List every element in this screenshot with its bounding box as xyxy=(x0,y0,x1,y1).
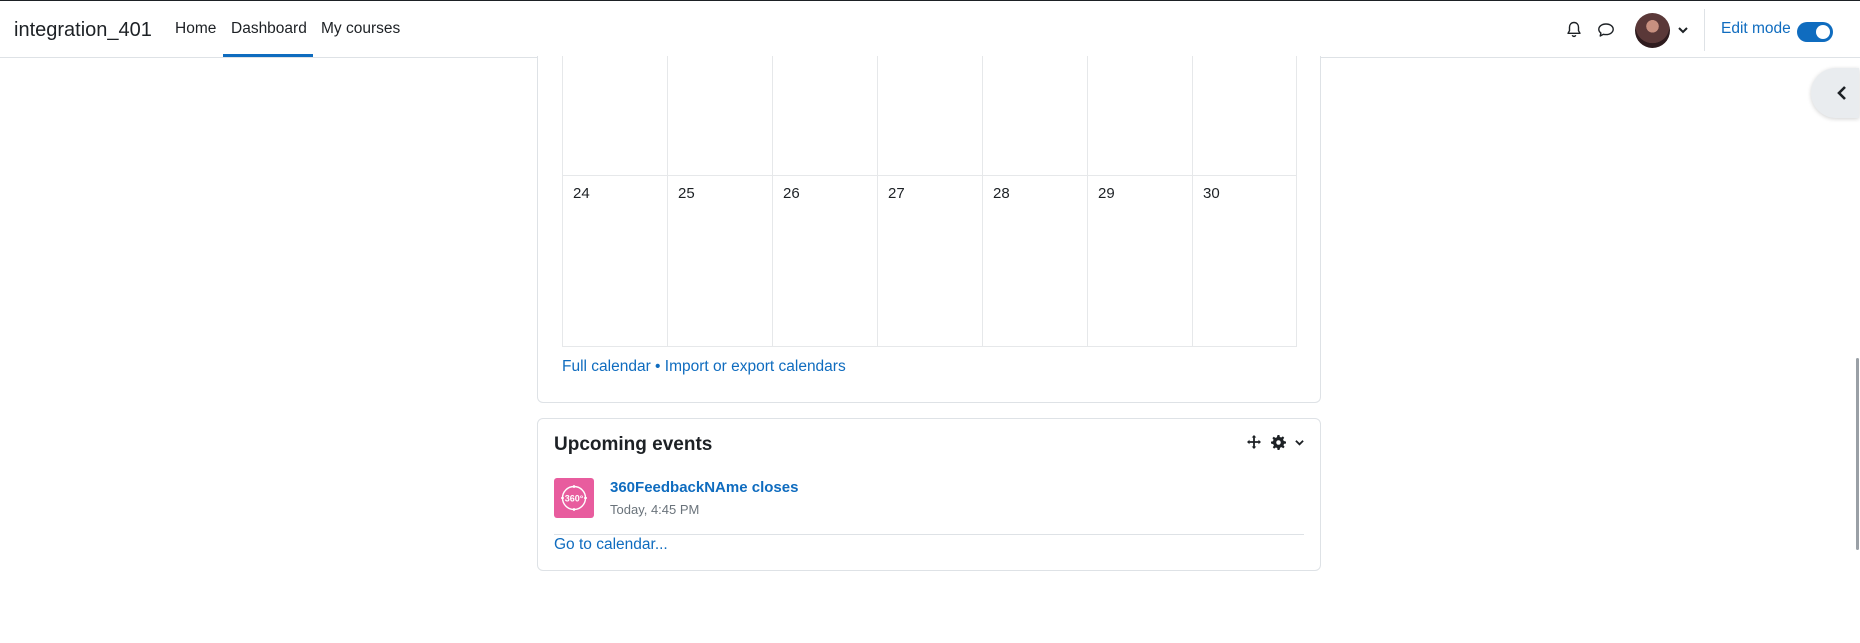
nav-dashboard-link[interactable]: Dashboard xyxy=(231,20,307,38)
active-nav-indicator xyxy=(223,54,313,57)
calendar-day[interactable]: 29 xyxy=(1098,185,1115,202)
calendar-day[interactable]: 24 xyxy=(573,185,590,202)
link-separator: • xyxy=(650,358,665,375)
chevron-down-icon[interactable] xyxy=(1290,433,1308,451)
event-icon-text: 360° xyxy=(565,494,584,504)
grid-line xyxy=(562,175,1297,176)
page-scrollbar[interactable] xyxy=(1856,358,1859,550)
events-divider xyxy=(554,534,1304,535)
feedback-360-icon: 360° xyxy=(554,478,594,518)
grid-line xyxy=(667,56,668,347)
calendar-day[interactable]: 27 xyxy=(888,185,905,202)
block-title: Upcoming events xyxy=(554,434,713,455)
drawer-open-button[interactable] xyxy=(1811,68,1859,118)
calendar-day[interactable]: 26 xyxy=(783,185,800,202)
gear-icon[interactable] xyxy=(1269,433,1287,451)
toggle-knob xyxy=(1816,25,1830,39)
calendar-footer: Full calendar • Import or export calenda… xyxy=(562,358,846,376)
calendar-day[interactable]: 30 xyxy=(1203,185,1220,202)
edit-mode-label: Edit mode xyxy=(1721,20,1791,37)
grid-line xyxy=(562,56,563,347)
grid-line xyxy=(772,56,773,347)
import-export-calendars-link[interactable]: Import or export calendars xyxy=(665,358,846,375)
calendar-month-grid xyxy=(562,56,1297,347)
event-time: Today, 4:45 PM xyxy=(610,502,700,517)
grid-line xyxy=(562,346,1297,347)
chevron-down-icon[interactable] xyxy=(1672,19,1694,41)
chevron-left-icon xyxy=(1837,86,1846,100)
chat-bubble-icon[interactable] xyxy=(1595,19,1617,41)
calendar-day[interactable]: 28 xyxy=(993,185,1010,202)
grid-line xyxy=(877,56,878,347)
event-link[interactable]: 360FeedbackNAme closes xyxy=(610,479,798,496)
grid-line xyxy=(982,56,983,347)
calendar-day[interactable]: 25 xyxy=(678,185,695,202)
navbar-divider xyxy=(1704,9,1705,51)
full-calendar-link[interactable]: Full calendar xyxy=(562,358,651,375)
grid-line xyxy=(1087,56,1088,347)
user-avatar[interactable] xyxy=(1635,13,1670,48)
nav-my-courses-link[interactable]: My courses xyxy=(321,20,400,38)
site-brand[interactable]: integration_401 xyxy=(14,19,152,42)
grid-line xyxy=(1192,56,1193,347)
bell-icon[interactable] xyxy=(1563,19,1585,41)
edit-mode-toggle[interactable] xyxy=(1797,22,1833,42)
grid-line xyxy=(1296,56,1297,347)
move-arrows-icon[interactable] xyxy=(1245,433,1263,451)
nav-home-link[interactable]: Home xyxy=(175,20,216,38)
top-navbar: integration_401 Home Dashboard My course… xyxy=(0,0,1860,58)
go-to-calendar-link[interactable]: Go to calendar... xyxy=(554,536,668,554)
